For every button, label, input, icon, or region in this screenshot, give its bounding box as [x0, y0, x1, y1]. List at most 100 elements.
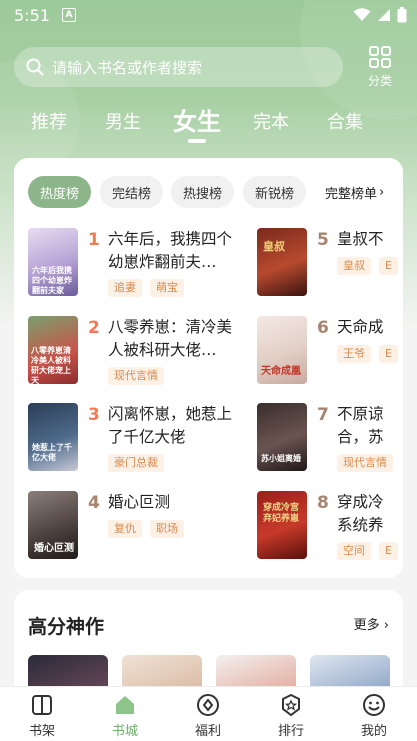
cover-text: 苏小姐离婚 — [261, 454, 301, 463]
trophy-icon — [282, 693, 300, 717]
section-title: 高分神作 — [28, 616, 105, 638]
nav-bookshelf[interactable]: 书架 — [12, 693, 72, 739]
search-icon — [26, 58, 44, 76]
book-tag: 皇叔 — [337, 257, 371, 275]
book-tag: 现代言情 — [108, 367, 164, 385]
nav-mine[interactable]: 我的 — [344, 693, 404, 739]
book-item[interactable]: 婚心叵测 4 婚心叵测 复仇 职场 — [28, 491, 268, 567]
nav-welfare[interactable]: 福利 — [178, 693, 238, 739]
full-ranking-label: 完整榜单 — [325, 186, 378, 202]
category-label: 分类 — [367, 74, 392, 88]
bottom-nav: 书架 书城 福利 排行 我的 — [0, 686, 417, 741]
book-title: 婚心叵测 — [108, 493, 171, 511]
book-title: 不原谅合，苏 — [337, 405, 384, 446]
book-tag: 豪门总裁 — [108, 454, 164, 472]
book-title: 闪离怀崽，她惹上了千亿大佬 — [108, 405, 233, 446]
tab-indicator — [188, 139, 206, 143]
book-tag: E — [379, 542, 398, 560]
ranking-card: 热度榜 完结榜 热搜榜 新锐榜 完整榜单 › 六年后我携四个幼崽炸翻前夫家 1 … — [14, 158, 403, 578]
rank-number: 1 — [88, 230, 100, 250]
more-link[interactable]: 更多 › — [354, 614, 389, 633]
book-tag: 追妻 — [108, 279, 142, 297]
nav-label: 福利 — [194, 724, 221, 739]
grid-icon — [369, 46, 391, 68]
book-cover: 六年后我携四个幼崽炸翻前夫家 — [28, 228, 78, 296]
book-title: 天命成 — [337, 318, 384, 336]
rank-number: 4 — [88, 493, 100, 513]
cover-text: 天命成凰 — [261, 366, 301, 377]
nav-ranking[interactable]: 排行 — [261, 693, 321, 739]
notification-icon: A — [61, 8, 76, 22]
search-placeholder: 请输入书名或作者搜索 — [52, 58, 203, 77]
book-cover: 八零养崽清冷美人被科研大佬宠上天 — [28, 316, 78, 384]
wifi-icon — [353, 8, 371, 21]
cover-text: 八零养崽清冷美人被科研大佬宠上天 — [31, 346, 71, 384]
book-cover: 她惹上了千亿大佬 — [28, 403, 78, 471]
tab-collection[interactable]: 合集 — [327, 108, 363, 134]
book-cover: 穿成冷宫弃妃养崽 — [257, 491, 307, 559]
book-item[interactable]: 六年后我携四个幼崽炸翻前夫家 1 六年后，我携四个幼崽炸翻前夫… 追妻 萌宝 — [28, 228, 268, 304]
chip-finished[interactable]: 完结榜 — [100, 176, 163, 208]
tab-recommend[interactable]: 推荐 — [31, 108, 67, 134]
more-label: 更多 — [353, 618, 380, 633]
cover-text: 六年后我携四个幼崽炸翻前夫家 — [32, 266, 72, 295]
book-open-icon — [32, 695, 52, 715]
book-item[interactable]: 皇叔 5 皇叔不 皇叔 E — [257, 228, 403, 304]
rank-number: 8 — [317, 493, 329, 513]
book-title: 八零养崽：清冷美人被科研大佬… — [108, 318, 233, 359]
book-tag: 现代言情 — [337, 454, 393, 472]
battery-icon — [397, 7, 407, 23]
book-title: 穿成冷系统养 — [337, 493, 384, 534]
rank-number: 3 — [88, 405, 100, 425]
nav-bookstore[interactable]: 书城 — [95, 693, 155, 739]
tab-female[interactable]: 女生 — [173, 102, 221, 137]
cover-text: 她惹上了千亿大佬 — [32, 443, 72, 462]
tab-male[interactable]: 男生 — [105, 108, 141, 134]
cover-text: 婚心叵测 — [34, 543, 74, 554]
cover-text: 皇叔 — [263, 240, 285, 253]
chevron-right-icon: › — [383, 618, 389, 633]
book-item[interactable]: 她惹上了千亿大佬 3 闪离怀崽，她惹上了千亿大佬 豪门总裁 — [28, 403, 268, 479]
cover-text: 穿成冷宫弃妃养崽 — [263, 503, 300, 524]
book-title: 皇叔不 — [337, 230, 384, 248]
category-button[interactable]: 分类 — [360, 46, 400, 90]
channel-tabs: 推荐 男生 女生 完本 合集 — [0, 102, 417, 146]
signal-icon — [378, 9, 390, 21]
book-tag: 王爷 — [337, 345, 371, 363]
status-time: 5:51 — [14, 5, 50, 25]
book-cover: 天命成凰 — [257, 316, 307, 384]
book-title: 六年后，我携四个幼崽炸翻前夫… — [108, 230, 233, 271]
tab-completed[interactable]: 完本 — [253, 108, 289, 134]
book-cover: 苏小姐离婚 — [257, 403, 307, 471]
book-item[interactable]: 八零养崽清冷美人被科研大佬宠上天 2 八零养崽：清冷美人被科研大佬… 现代言情 — [28, 316, 268, 392]
rank-number: 7 — [317, 405, 329, 425]
book-tag: 萌宝 — [150, 279, 184, 297]
home-icon — [116, 696, 134, 714]
rank-number: 5 — [317, 230, 329, 250]
smile-icon — [363, 694, 385, 716]
chip-hot[interactable]: 热度榜 — [28, 176, 91, 208]
gift-icon — [197, 694, 219, 716]
chevron-right-icon: › — [379, 184, 385, 200]
nav-label: 排行 — [277, 724, 304, 739]
status-bar: 5:51 A — [0, 0, 417, 30]
rank-number: 6 — [317, 318, 329, 338]
search-input[interactable]: 请输入书名或作者搜索 — [14, 47, 343, 87]
nav-label: 书城 — [111, 724, 138, 739]
book-tag: 复仇 — [108, 520, 142, 538]
book-cover: 婚心叵测 — [28, 491, 78, 559]
book-cover: 皇叔 — [257, 228, 307, 296]
nav-label: 书架 — [28, 724, 55, 739]
full-ranking-link[interactable]: 完整榜单 › — [325, 176, 384, 208]
book-item[interactable]: 苏小姐离婚 7 不原谅合，苏 现代言情 — [257, 403, 403, 479]
chip-new[interactable]: 新锐榜 — [243, 176, 306, 208]
book-item[interactable]: 天命成凰 6 天命成 王爷 E — [257, 316, 403, 392]
book-tag: 空间 — [337, 542, 371, 560]
book-tag: E — [379, 345, 398, 363]
rank-number: 2 — [88, 318, 100, 338]
nav-label: 我的 — [360, 724, 387, 739]
book-tag: 职场 — [150, 520, 184, 538]
chip-hot-search[interactable]: 热搜榜 — [171, 176, 234, 208]
book-tag: E — [379, 257, 398, 275]
book-item[interactable]: 穿成冷宫弃妃养崽 8 穿成冷系统养 空间 E — [257, 491, 403, 567]
